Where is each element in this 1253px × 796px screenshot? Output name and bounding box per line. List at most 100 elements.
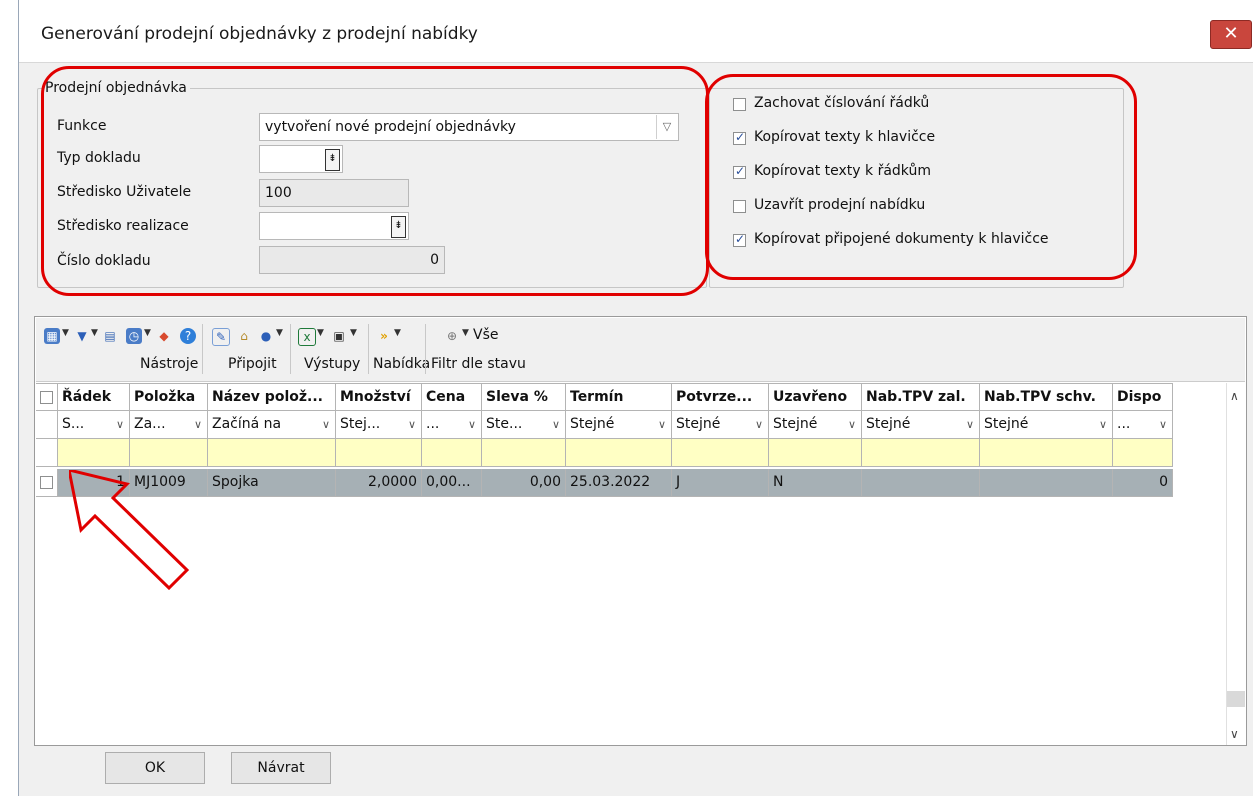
column-header[interactable]: Nab.TPV schv. [980, 383, 1113, 411]
vse-label[interactable]: Vše [473, 327, 498, 343]
filter-spacer [36, 411, 58, 439]
chevron-down-icon[interactable]: ▼ [91, 328, 98, 338]
quickfilter-cell[interactable] [980, 439, 1113, 467]
table-cell[interactable] [862, 469, 980, 497]
table-cell[interactable] [980, 469, 1113, 497]
column-header[interactable]: Cena [422, 383, 482, 411]
quickfilter-cell[interactable] [208, 439, 336, 467]
column-header[interactable]: Název polož... [208, 383, 336, 411]
chevron-down-icon[interactable]: ∨ [322, 411, 330, 438]
quickfilter-cell[interactable] [130, 439, 208, 467]
select-all-checkbox[interactable] [40, 391, 53, 404]
filter-cell[interactable]: Za... ∨ [130, 411, 208, 439]
chevron-down-icon[interactable]: ∨ [848, 411, 856, 438]
table-cell[interactable]: 0,00 [482, 469, 566, 497]
filter-cell[interactable]: Stej... ∨ [336, 411, 422, 439]
chevron-down-icon[interactable]: ▼ [394, 328, 401, 338]
quickfilter-cell[interactable] [769, 439, 862, 467]
excel-icon[interactable]: x [298, 328, 316, 346]
attach-icon[interactable]: ⌂ [236, 328, 252, 344]
filter-cell[interactable]: S... ∨ [58, 411, 130, 439]
row-select-cell[interactable] [36, 469, 58, 497]
table-cell[interactable]: N [769, 469, 862, 497]
quickfilter-cell[interactable] [672, 439, 769, 467]
columns-icon[interactable]: ▦ [44, 328, 60, 344]
color-icon[interactable]: ◆ [156, 328, 172, 344]
filter-cell[interactable]: ... ∨ [422, 411, 482, 439]
column-header[interactable]: Uzavřeno [769, 383, 862, 411]
column-header[interactable]: Potvrze... [672, 383, 769, 411]
chevron-down-icon[interactable]: ∨ [194, 411, 202, 438]
chevron-down-icon[interactable]: ▼ [276, 328, 283, 338]
chevron-down-icon[interactable]: ▼ [317, 328, 324, 338]
close-button[interactable]: ✕ [1210, 20, 1252, 49]
quickfilter-cell[interactable] [566, 439, 672, 467]
column-header[interactable]: Sleva % [482, 383, 566, 411]
calendar-icon[interactable]: ◷ [126, 328, 142, 344]
filter-cell[interactable]: Stejné ∨ [566, 411, 672, 439]
column-header[interactable]: Termín [566, 383, 672, 411]
chevron-down-icon[interactable]: ∨ [116, 411, 124, 438]
column-header[interactable]: Nab.TPV zal. [862, 383, 980, 411]
column-header[interactable]: Položka [130, 383, 208, 411]
annotation-arrow [69, 470, 190, 590]
edit-icon[interactable]: ✎ [212, 328, 230, 346]
quickfilter-cell[interactable] [58, 439, 130, 467]
table-cell[interactable]: 25.03.2022 [566, 469, 672, 497]
filter-cell[interactable]: Stejné ∨ [980, 411, 1113, 439]
filter-icon[interactable]: ▼ [74, 328, 90, 344]
filter-cell[interactable]: Stejné ∨ [769, 411, 862, 439]
select-all-cell[interactable] [36, 383, 58, 411]
filter-cell[interactable]: ... ∨ [1113, 411, 1173, 439]
chevron-down-icon[interactable]: ∨ [1099, 411, 1107, 438]
table-cell[interactable]: J [672, 469, 769, 497]
ok-button[interactable]: OK [105, 752, 205, 784]
filter-cell[interactable]: Stejné ∨ [672, 411, 769, 439]
quickfilter-cell[interactable] [336, 439, 422, 467]
chevron-down-icon[interactable]: ∨ [755, 411, 763, 438]
chevron-down-icon[interactable]: ∨ [408, 411, 416, 438]
filter-value: ... [1117, 416, 1131, 432]
chevron-down-icon[interactable]: ∨ [658, 411, 666, 438]
column-header[interactable]: Dispo [1113, 383, 1173, 411]
chevron-down-icon[interactable]: ▼ [350, 328, 357, 338]
filter-value: Za... [134, 416, 166, 432]
chevron-up-icon[interactable]: ∧ [1230, 389, 1239, 403]
offer-icon[interactable]: » [376, 328, 392, 344]
vertical-scrollbar[interactable]: ∧ ∨ [1226, 383, 1245, 745]
filter-cell[interactable]: Začíná na ∨ [208, 411, 336, 439]
column-header[interactable]: Řádek [58, 383, 130, 411]
help-icon[interactable]: ? [180, 328, 196, 344]
chevron-down-icon[interactable]: ∨ [552, 411, 560, 438]
table-cell[interactable]: 0,00... [422, 469, 482, 497]
link-icon[interactable]: ● [258, 328, 274, 344]
filter-value: Stej... [340, 416, 381, 432]
chevron-down-icon[interactable]: ▼ [144, 328, 151, 338]
quickfilter-cell[interactable] [422, 439, 482, 467]
column-header[interactable]: Množství [336, 383, 422, 411]
back-button[interactable]: Návrat [231, 752, 331, 784]
table-cell[interactable]: 0 [1113, 469, 1173, 497]
chevron-down-icon[interactable]: ∨ [1230, 727, 1239, 741]
chevron-down-icon[interactable]: ∨ [1159, 411, 1167, 438]
filter-value: Ste... [486, 416, 523, 432]
filter-value: Stejné [676, 416, 721, 432]
chevron-down-icon[interactable]: ▼ [62, 328, 69, 338]
table-cell[interactable]: Spojka [208, 469, 336, 497]
quickfilter-cell[interactable] [1113, 439, 1173, 467]
quickfilter-cell[interactable] [482, 439, 566, 467]
filter-cell[interactable]: Stejné ∨ [862, 411, 980, 439]
quickfilter-cell[interactable] [862, 439, 980, 467]
chevron-down-icon[interactable]: ∨ [468, 411, 476, 438]
printer-icon[interactable]: ▣ [331, 328, 347, 344]
table-cell[interactable]: 2,0000 [336, 469, 422, 497]
row-checkbox[interactable] [40, 476, 53, 489]
filter-cell[interactable]: Ste... ∨ [482, 411, 566, 439]
scrollbar-thumb[interactable] [1227, 691, 1245, 707]
chevron-down-icon[interactable]: ▼ [462, 328, 469, 338]
filter-value: S... [62, 416, 85, 432]
chevron-down-icon[interactable]: ∨ [966, 411, 974, 438]
state-filter-icon[interactable]: ⊕ [444, 328, 460, 344]
print-icon[interactable]: ▤ [102, 328, 118, 344]
filter-value: Stejné [773, 416, 818, 432]
